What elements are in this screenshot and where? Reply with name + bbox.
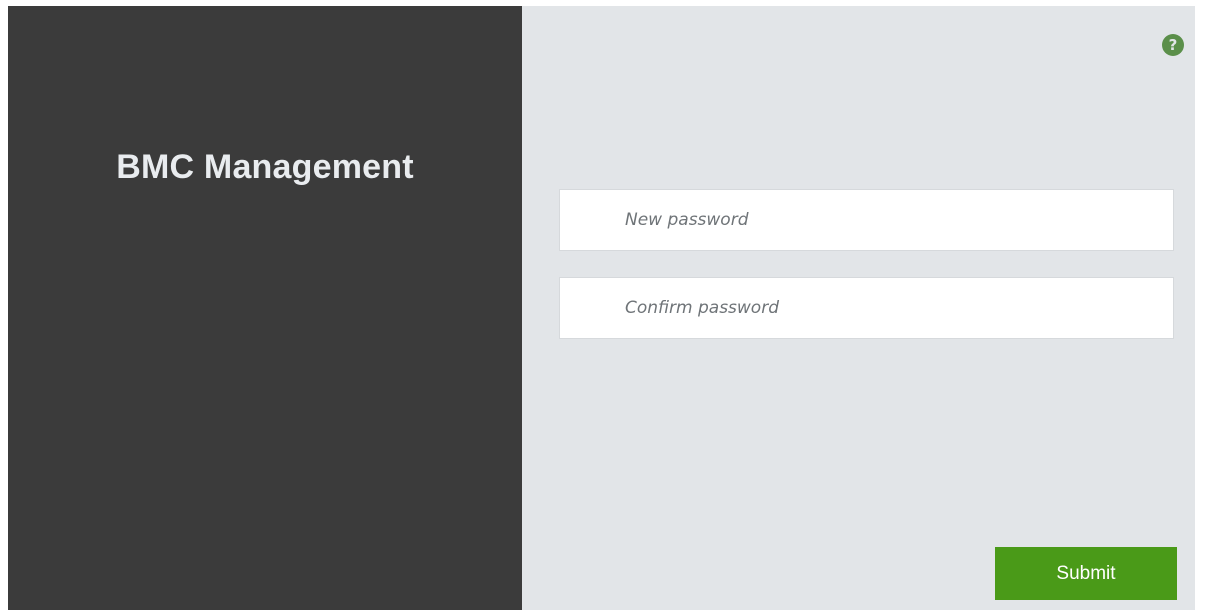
confirm-password-field [559,277,1174,339]
new-password-input[interactable] [560,190,1173,250]
branding-panel: BMC Management [8,6,522,610]
confirm-password-input[interactable] [560,278,1173,338]
form-panel: ? Submit [522,6,1195,610]
new-password-field [559,189,1174,251]
help-icon[interactable]: ? [1162,34,1184,56]
brand-title: BMC Management [116,148,414,186]
password-setup-window: BMC Management ? Submit [8,6,1195,610]
submit-button[interactable]: Submit [995,547,1177,600]
